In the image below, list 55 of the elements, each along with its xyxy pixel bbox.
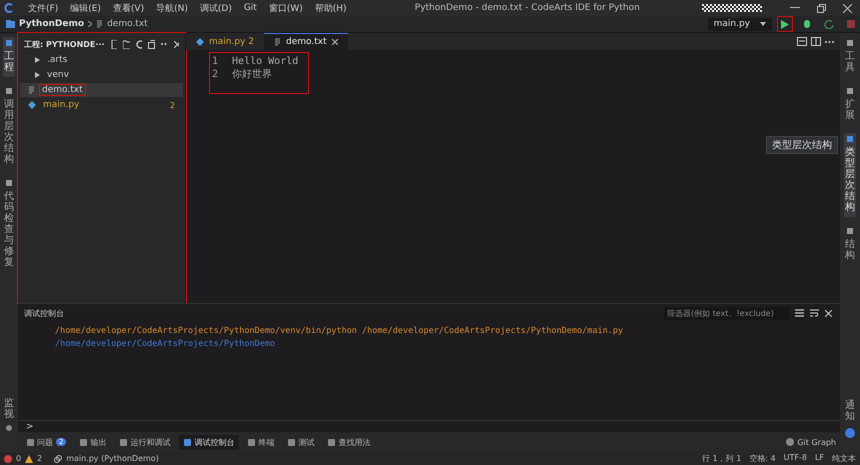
error-count[interactable]: 0 xyxy=(16,454,22,463)
line-number: 2 xyxy=(212,68,218,81)
menu-item[interactable]: 调试(D) xyxy=(194,2,238,14)
tree-item[interactable]: venv xyxy=(20,68,183,82)
menu-item[interactable]: 帮助(H) xyxy=(308,2,353,14)
side-tab[interactable]: 调用层次结构 xyxy=(3,85,15,169)
panel-tab[interactable]: 调试控制台 xyxy=(179,434,240,450)
tree-item[interactable]: main.py 2 xyxy=(20,98,183,112)
side-tab[interactable]: 监视 xyxy=(4,396,14,422)
side-tab[interactable]: 工程 xyxy=(3,37,15,77)
breadcrumb-item[interactable]: PythonDemo xyxy=(19,19,84,29)
panel-tab[interactable]: 测试 xyxy=(283,434,320,450)
menu-item[interactable]: 导航(N) xyxy=(150,2,194,14)
menu-item[interactable]: 编辑(E) xyxy=(64,2,107,14)
editor-tab[interactable]: main.py 2 xyxy=(186,33,264,50)
code-line: Hello World xyxy=(232,55,298,68)
breadcrumb-item[interactable]: demo.txt xyxy=(107,19,148,29)
editor-tab[interactable]: demo.txt xyxy=(264,33,348,50)
menu-item[interactable]: Git xyxy=(238,3,263,13)
console-line: /home/developer/CodeArtsProjects/PythonDemo xyxy=(55,338,276,351)
panel-title: 调试控制台 xyxy=(24,308,65,318)
window-title: PythonDemo - demo.txt - CodeArts IDE for Python xyxy=(414,3,641,13)
menu-item[interactable]: 查看(V) xyxy=(106,2,150,14)
panel-tab[interactable]: 查找用法 xyxy=(323,434,376,450)
console-line: /home/developer/CodeArtsProjects/PythonDemo/venv/bin/python /home/developer/CodeArtsProjects/PythonDemo/main.py xyxy=(55,325,624,338)
indent-status[interactable]: 空格: 4 xyxy=(749,453,776,464)
side-tab[interactable]: 代码检查与修复 xyxy=(3,177,15,272)
warning-count[interactable]: 2 xyxy=(37,454,42,463)
git-graph-button[interactable]: Git Graph xyxy=(786,438,840,446)
run-config-dropdown[interactable]: main.py xyxy=(708,18,772,30)
eol-status[interactable]: LF xyxy=(814,453,824,464)
side-tab[interactable]: 通知 xyxy=(845,398,855,424)
tree-item[interactable]: .arts xyxy=(20,53,183,67)
interpreter-status[interactable]: main.py (PythonDemo) xyxy=(66,454,159,463)
side-tab[interactable]: 结构 xyxy=(844,225,856,265)
cursor-position[interactable]: 行 1，列 1 xyxy=(702,453,742,464)
tooltip: 类型层次结构 xyxy=(766,136,838,154)
encoding-status[interactable]: UTF-8 xyxy=(784,453,807,464)
line-number: 1 xyxy=(212,55,218,68)
menu-item[interactable]: 文件(F) xyxy=(22,2,64,14)
tree-item[interactable]: demo.txt xyxy=(20,83,183,97)
filter-field[interactable]: 筛选器(例如 text、!exclude) xyxy=(664,306,789,320)
panel-tab[interactable]: 终端 xyxy=(243,434,280,450)
menu-item[interactable]: 窗口(W) xyxy=(262,2,309,14)
panel-tab[interactable]: 运行和调试 xyxy=(115,434,176,450)
problem-count: 2 xyxy=(170,100,175,110)
side-tab[interactable]: 扩展 xyxy=(844,85,856,125)
code-line: 你好世界 xyxy=(232,68,272,81)
code-area[interactable]: 1 Hello World 2 你好世界 xyxy=(210,53,308,93)
panel-tab[interactable]: 输出 xyxy=(75,434,112,450)
console-prompt[interactable]: > xyxy=(26,422,34,432)
language-status[interactable]: 纯文本 xyxy=(832,453,856,464)
panel-title: 工程: PYTHONDE··· xyxy=(24,38,105,50)
side-tab[interactable]: 工具 xyxy=(844,37,856,77)
side-tab[interactable]: 类型层次结构 xyxy=(844,133,856,217)
